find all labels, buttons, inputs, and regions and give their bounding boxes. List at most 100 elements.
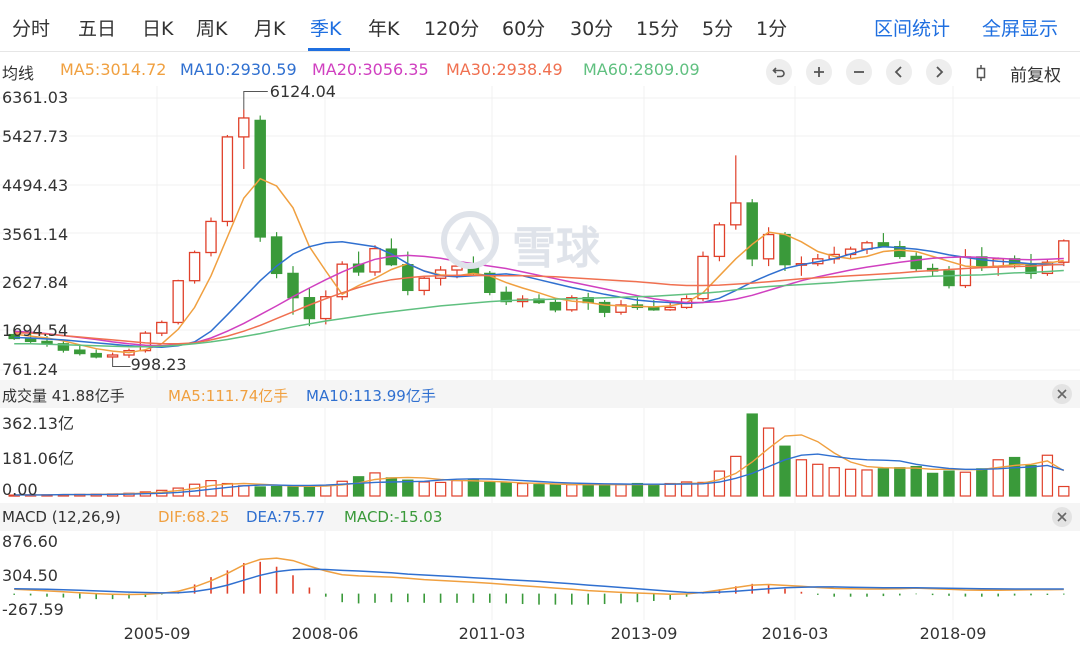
close-volume-button[interactable] xyxy=(1052,384,1072,404)
volume-bar xyxy=(451,480,463,497)
volume-bar xyxy=(582,483,594,497)
volume-bar xyxy=(270,485,283,497)
candle-body xyxy=(270,236,283,275)
volume-ma5: MA5:111.74亿手 xyxy=(168,387,289,405)
macd-tick-2: -267.59 xyxy=(2,600,64,619)
x-tick-3: 2013-09 xyxy=(610,624,678,643)
macd-title: MACD (12,26,9) xyxy=(2,508,121,526)
snowball-logo-icon xyxy=(441,211,499,269)
macd-tick-1: 304.50 xyxy=(2,566,58,585)
candle-body xyxy=(959,256,972,287)
volume-bar xyxy=(746,413,758,497)
volume-bar xyxy=(861,469,873,497)
x-tick-0: 2005-09 xyxy=(123,624,191,643)
volume-bar xyxy=(926,472,939,497)
volume-tick-1: 181.06亿 xyxy=(2,449,74,468)
candle-body xyxy=(992,258,1004,267)
volume-bar xyxy=(877,468,890,497)
price-tick-5: 1694.54 xyxy=(2,321,69,340)
volume-bar xyxy=(976,468,988,497)
macd-hist-value: MACD:-15.03 xyxy=(344,508,443,526)
candle-body xyxy=(779,233,791,266)
volume-bar xyxy=(713,470,726,497)
candle-body xyxy=(238,117,250,138)
candle-body xyxy=(549,301,562,311)
volume-bar xyxy=(303,485,316,497)
volume-bar xyxy=(795,459,808,497)
volume-bar xyxy=(631,482,644,497)
volume-bar xyxy=(352,476,365,497)
volume-bar xyxy=(402,479,414,497)
candle-body xyxy=(188,251,201,282)
volume-bar xyxy=(648,483,660,497)
candle-body xyxy=(106,354,119,358)
volume-bar xyxy=(434,481,447,497)
macd-dea: DEA:75.77 xyxy=(246,508,326,526)
low-annotation: 998.23 xyxy=(130,355,187,375)
snowball-watermark: 雪球 xyxy=(440,206,660,276)
volume-bar xyxy=(992,459,1004,497)
candle-body xyxy=(90,352,102,358)
volume-bar xyxy=(812,463,824,497)
close-icon xyxy=(1057,512,1067,522)
price-tick-1: 5427.73 xyxy=(2,127,69,146)
volume-bar xyxy=(516,482,529,497)
watermark-text: 雪球 xyxy=(512,223,600,274)
volume-bar xyxy=(894,467,906,497)
candle-body xyxy=(74,349,86,355)
low-annotation-line xyxy=(112,358,131,367)
volume-bar xyxy=(779,445,791,497)
x-tick-4: 2016-03 xyxy=(761,624,829,643)
candle-body xyxy=(648,306,660,311)
close-icon xyxy=(1057,389,1067,399)
volume-bar xyxy=(828,467,840,497)
volume-bar xyxy=(238,485,250,497)
candle-body xyxy=(664,306,676,311)
macd-line-dif xyxy=(14,557,1064,596)
macd-panel-header: MACD (12,26,9) DIF:68.25 DEA:75.77 MACD:… xyxy=(0,503,1080,531)
volume-bar xyxy=(762,427,775,497)
volume-tick-2: 0.00 xyxy=(2,480,38,499)
volume-bar xyxy=(287,486,299,497)
volume-bar xyxy=(943,470,955,497)
candle-body xyxy=(418,277,430,292)
volume-tick-0: 362.13亿 xyxy=(2,414,74,433)
candle-body xyxy=(943,270,955,287)
volume-bar xyxy=(385,477,398,497)
candle-body xyxy=(910,255,922,270)
price-tick-6: 761.24 xyxy=(2,360,58,379)
volume-bar xyxy=(484,481,496,497)
x-tick-2: 2011-03 xyxy=(458,624,526,643)
close-macd-button[interactable] xyxy=(1052,507,1072,527)
volume-bar xyxy=(221,482,234,497)
x-tick-5: 2018-09 xyxy=(919,624,987,643)
volume-bar xyxy=(1025,464,1037,497)
candle-body xyxy=(713,224,726,258)
candle-body xyxy=(762,233,775,260)
volume-bar xyxy=(615,484,627,497)
high-annotation: 6124.04 xyxy=(269,81,336,101)
volume-bar xyxy=(730,455,742,497)
volume-title: 成交量 41.88亿手 xyxy=(2,387,125,405)
volume-bar xyxy=(369,472,381,497)
volume-bar xyxy=(1058,485,1070,497)
volume-bar xyxy=(418,481,430,497)
candle-body xyxy=(746,202,758,260)
macd-dif: DIF:68.25 xyxy=(158,508,230,526)
volume-ma10: MA10:113.99亿手 xyxy=(306,387,436,405)
macd-tick-0: 876.60 xyxy=(2,532,58,551)
x-tick-1: 2008-06 xyxy=(291,624,359,643)
candle-body xyxy=(205,220,217,254)
candle-body xyxy=(156,321,168,334)
price-tick-3: 3561.14 xyxy=(2,225,69,244)
volume-bar xyxy=(598,484,611,497)
volume-bar xyxy=(1008,456,1021,497)
volume-bar xyxy=(959,471,972,497)
macd-line-dea xyxy=(14,568,1064,594)
volume-bar xyxy=(566,484,578,497)
volume-bar xyxy=(533,484,545,497)
candle-body xyxy=(303,297,316,320)
candle-body xyxy=(730,202,742,226)
volume-bar xyxy=(549,484,562,497)
high-annotation-line xyxy=(243,91,268,110)
